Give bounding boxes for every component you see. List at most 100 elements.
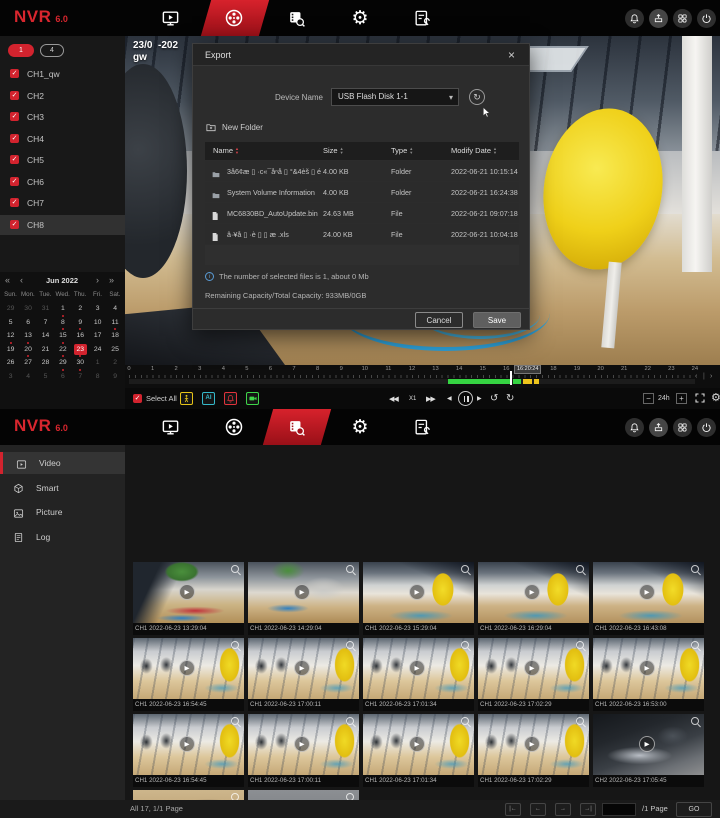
tab-search[interactable]: [272, 409, 320, 445]
calendar-date[interactable]: 28: [37, 357, 54, 371]
calendar-prev-month-button[interactable]: ‹: [20, 275, 23, 285]
calendar-date[interactable]: 8: [89, 371, 106, 385]
calendar-next-year-button[interactable]: »: [109, 275, 114, 285]
timeline-scroll-right[interactable]: ›: [710, 373, 712, 380]
fast-forward-button[interactable]: ▶▶: [426, 395, 435, 403]
playhead[interactable]: [510, 371, 512, 385]
event-filter-alarm-button[interactable]: [224, 392, 237, 405]
recording-segment-green-2[interactable]: [513, 379, 521, 384]
last-page-button[interactable]: →|: [580, 803, 596, 816]
calendar-date[interactable]: 30: [19, 303, 36, 317]
tab-playback[interactable]: [210, 409, 258, 445]
calendar-date[interactable]: 13: [19, 330, 36, 344]
close-icon[interactable]: ×: [502, 47, 521, 63]
calendar-date[interactable]: 29: [2, 303, 19, 317]
video-thumbnail[interactable]: ▶CH1 2022-06-23 17:01:34: [363, 714, 474, 787]
magnifier-icon[interactable]: [691, 717, 699, 725]
video-thumbnail[interactable]: ▶CH1 2022-06-23 16:29:04: [478, 562, 589, 635]
video-thumbnail[interactable]: ▶CH1 2022-06-23 13:29:04: [133, 562, 244, 635]
magnifier-icon[interactable]: [691, 641, 699, 649]
speed-label[interactable]: X1: [409, 396, 416, 402]
channel-checkbox[interactable]: ✓: [10, 112, 19, 121]
magnifier-icon[interactable]: [231, 565, 239, 573]
replay-icon[interactable]: ↺: [490, 393, 498, 404]
channel-checkbox[interactable]: ✓: [10, 198, 19, 207]
calendar-date[interactable]: 1: [54, 303, 71, 317]
magnifier-icon[interactable]: [231, 717, 239, 725]
notifications-button[interactable]: [625, 418, 644, 437]
event-filter-video-button[interactable]: [246, 392, 259, 405]
tab-settings[interactable]: ⚙: [336, 0, 384, 36]
video-thumbnail[interactable]: ▶CH1 2022-06-23 16:43:08: [593, 562, 704, 635]
channel-checkbox[interactable]: ✓: [10, 91, 19, 100]
save-button[interactable]: Save: [473, 312, 521, 328]
new-folder-button[interactable]: New Folder: [205, 122, 263, 133]
channel-row[interactable]: ✓CH5: [0, 150, 125, 170]
channel-checkbox[interactable]: ✓: [10, 134, 19, 143]
channel-row[interactable]: ✓CH4: [0, 129, 125, 149]
calendar-date[interactable]: 22: [54, 344, 71, 358]
channel-row[interactable]: ✓CH8: [0, 215, 125, 235]
play-icon[interactable]: ▶: [639, 660, 655, 676]
calendar-date[interactable]: 15: [54, 330, 71, 344]
play-icon[interactable]: ▶: [639, 736, 655, 752]
pause-button[interactable]: [458, 391, 473, 406]
calendar-date[interactable]: 2: [106, 357, 123, 371]
sidebar-item-picture[interactable]: Picture: [0, 501, 125, 523]
power-button[interactable]: [697, 418, 716, 437]
magnifier-icon[interactable]: [461, 717, 469, 725]
calendar-date[interactable]: 6: [19, 317, 36, 331]
first-page-button[interactable]: |←: [505, 803, 521, 816]
calendar-date[interactable]: 6: [54, 371, 71, 385]
video-thumbnail[interactable]: ▶CH1 2022-06-23 17:01:34: [363, 638, 474, 711]
magnifier-icon[interactable]: [576, 641, 584, 649]
calendar-date[interactable]: 8: [54, 317, 71, 331]
calendar-date[interactable]: 14: [37, 330, 54, 344]
calendar-date[interactable]: 1: [89, 357, 106, 371]
calendar-date[interactable]: 23: [72, 344, 89, 358]
channel-row[interactable]: ✓CH3: [0, 107, 125, 127]
device-name-select[interactable]: USB Flash Disk 1-1 ▾: [331, 88, 459, 106]
tab-live-view[interactable]: [146, 409, 194, 445]
magnifier-icon[interactable]: [346, 565, 354, 573]
select-all-checkbox[interactable]: ✓: [133, 394, 142, 403]
calendar-date[interactable]: 4: [19, 371, 36, 385]
video-thumbnail[interactable]: ▶CH1 2022-06-23 16:53:00: [593, 638, 704, 711]
tab-playback[interactable]: [210, 0, 258, 36]
go-button[interactable]: GO: [676, 802, 712, 817]
magnifier-icon[interactable]: [576, 717, 584, 725]
prev-page-button[interactable]: ←: [530, 803, 546, 816]
tab-maintenance[interactable]: [398, 409, 446, 445]
notifications-button[interactable]: [625, 9, 644, 28]
power-button[interactable]: [697, 9, 716, 28]
calendar-prev-year-button[interactable]: «: [5, 275, 10, 285]
file-row[interactable]: System Volume Information4.00 KBFolder20…: [205, 182, 519, 202]
sidebar-item-log[interactable]: Log: [0, 526, 125, 548]
play-icon[interactable]: ▶: [409, 736, 425, 752]
play-icon[interactable]: ▶: [294, 584, 310, 600]
refresh-icon[interactable]: ↻: [469, 89, 485, 105]
calendar-date[interactable]: 12: [2, 330, 19, 344]
calendar-date[interactable]: 9: [72, 317, 89, 331]
tab-live-view[interactable]: [146, 0, 194, 36]
play-icon[interactable]: ▶: [179, 736, 195, 752]
fullscreen-button[interactable]: [694, 392, 706, 406]
recording-segment-green[interactable]: [448, 379, 511, 384]
column-modify-date[interactable]: Modify Date▲▼: [451, 146, 497, 155]
play-icon[interactable]: ▶: [294, 736, 310, 752]
calendar-date[interactable]: 7: [72, 371, 89, 385]
timeline-track[interactable]: [129, 379, 695, 384]
calendar-date[interactable]: 19: [2, 344, 19, 358]
timeline-scroll-left[interactable]: ‹: [695, 373, 697, 380]
calendar-date[interactable]: 16: [72, 330, 89, 344]
play-icon[interactable]: ▶: [524, 660, 540, 676]
backup-button[interactable]: [649, 418, 668, 437]
calendar-date[interactable]: 30: [72, 357, 89, 371]
video-thumbnail[interactable]: ▶CH1 2022-06-23 17:02:29: [478, 638, 589, 711]
calendar-date[interactable]: 24: [89, 344, 106, 358]
channel-checkbox[interactable]: ✓: [10, 177, 19, 186]
channel-row[interactable]: ✓CH7: [0, 193, 125, 213]
backup-button[interactable]: [649, 9, 668, 28]
calendar-date[interactable]: 3: [2, 371, 19, 385]
video-thumbnail[interactable]: ▶CH1 2022-06-23 15:29:04: [363, 562, 474, 635]
